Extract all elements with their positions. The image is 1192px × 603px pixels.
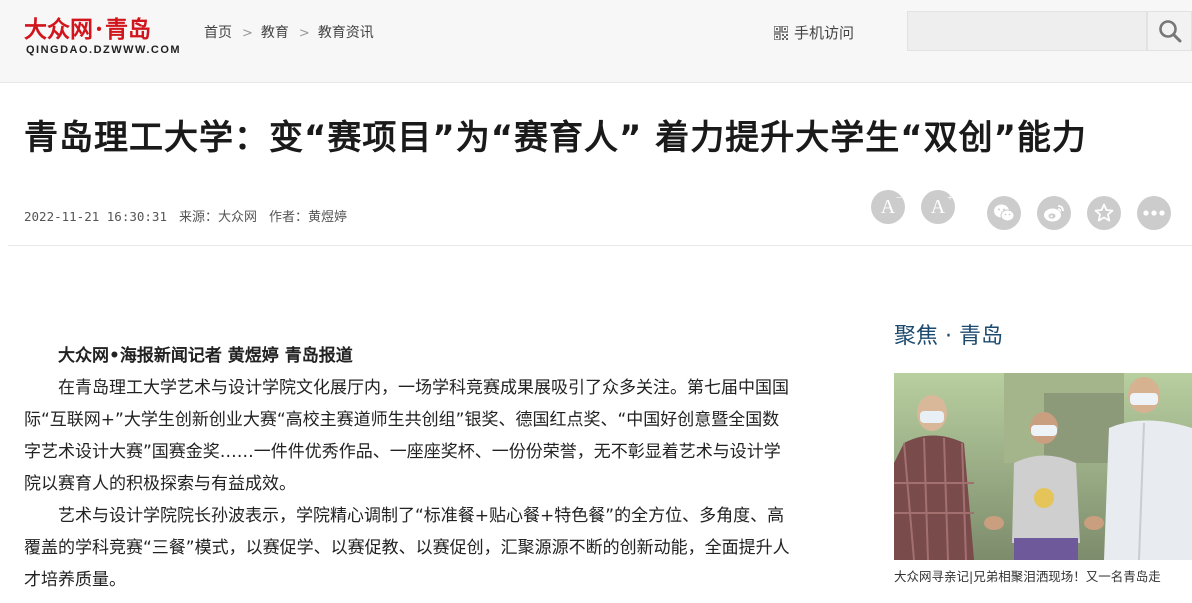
top-header: 大众网·青岛 QINGDAO.DZWWW.COM 首页 > 教育 > 教育资讯 手机访问 — [0, 0, 1192, 83]
sidebar-news-caption[interactable]: 大众网寻亲记|兄弟相聚泪洒现场！又一名青岛走 — [894, 566, 1192, 585]
wechat-icon — [994, 204, 1015, 222]
article-paragraph: 在青岛理工大学艺术与设计学院文化展厅内，一场学科竞赛成果展吸引了众多关注。第七届… — [24, 378, 789, 494]
mobile-access-label: 手机访问 — [794, 24, 855, 42]
search-field-wrapper — [907, 11, 1154, 51]
more-button[interactable] — [1137, 196, 1171, 230]
logo-wordmark: 大众网·青岛 — [24, 16, 152, 43]
font-decrease-button[interactable]: A − — [871, 190, 905, 224]
favorite-button[interactable] — [1087, 196, 1121, 230]
article-title: 青岛理工大学：变“赛项目”为“赛育人” 着力提升大学生“双创”能力 — [24, 118, 1087, 158]
news-photo — [894, 373, 1192, 560]
article-body: 大众网•海报新闻记者 黄煜婷 青岛报道 在青岛理工大学艺术与设计学院文化展厅内，… — [24, 340, 796, 596]
site-logo[interactable]: 大众网·青岛 QINGDAO.DZWWW.COM — [24, 8, 184, 64]
article-paragraph: 艺术与设计学院院长孙波表示，学院精心调制了“标准餐+贴心餐+特色餐”的全方位、多… — [24, 506, 790, 590]
search-button[interactable] — [1147, 11, 1192, 51]
article-source: 来源：大众网 — [179, 210, 258, 225]
mobile-access-link[interactable]: 手机访问 — [774, 22, 854, 43]
search-input[interactable] — [908, 12, 1154, 50]
publish-time: 2022-11-21 16:30:31 — [24, 209, 167, 224]
font-increase-button[interactable]: A + — [921, 190, 955, 224]
logo-main-text: 大众网 — [24, 16, 93, 43]
breadcrumb-home[interactable]: 首页 — [204, 25, 232, 41]
article-author: 作者：黄煜婷 — [269, 210, 348, 225]
font-increase-glyph: A — [930, 195, 946, 218]
search-icon — [1158, 20, 1181, 43]
logo-city-text: 青岛 — [105, 16, 152, 43]
breadcrumb-education[interactable]: 教育 — [261, 25, 289, 41]
share-wechat-button[interactable] — [987, 196, 1021, 230]
favorite-star-icon — [1094, 203, 1114, 222]
breadcrumb-education-news[interactable]: 教育资讯 — [318, 25, 374, 41]
chevron-right-icon: > — [242, 26, 253, 41]
article-meta: 2022-11-21 16:30:31 来源：大众网 作者：黄煜婷 — [24, 206, 359, 225]
breadcrumb: 首页 > 教育 > 教育资讯 — [204, 22, 374, 42]
qr-code-icon — [774, 26, 788, 40]
share-weibo-button[interactable] — [1037, 196, 1071, 230]
header-divider — [8, 245, 1192, 246]
font-increase-icon: A + — [930, 191, 954, 218]
article-byline: 大众网•海报新闻记者 黄煜婷 青岛报道 — [58, 346, 353, 366]
font-decrease-glyph: A — [880, 195, 896, 218]
logo-domain: QINGDAO.DZWWW.COM — [26, 44, 182, 56]
more-icon — [1143, 210, 1165, 216]
sidebar-title: 聚焦 · 青岛 — [894, 324, 1003, 349]
chevron-right-icon: > — [298, 26, 310, 41]
sidebar-news-image[interactable] — [894, 373, 1192, 560]
font-decrease-icon: A − — [880, 191, 903, 218]
weibo-icon — [1044, 205, 1064, 222]
